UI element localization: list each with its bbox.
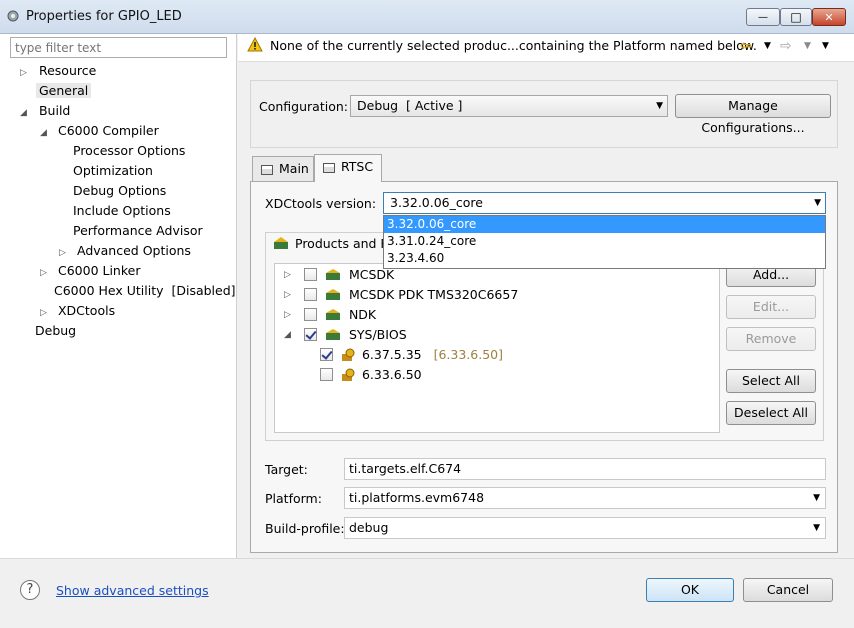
list-item[interactable]: ◢ SYS/BIOS: [284, 324, 714, 344]
collapse-icon[interactable]: ◢: [20, 103, 30, 123]
list-item[interactable]: ▷ MCSDK PDK TMS320C6657: [284, 284, 714, 304]
xdctools-dropdown: 3.32.0.06_core 3.31.0.24_core 3.23.4.60: [383, 215, 826, 269]
expand-icon[interactable]: ▷: [284, 265, 294, 285]
dropdown-option[interactable]: 3.31.0.24_core: [384, 233, 825, 250]
version-hint: [6.33.6.50]: [433, 346, 503, 362]
expand-icon[interactable]: ▷: [284, 285, 294, 305]
list-item[interactable]: ▷ NDK: [284, 304, 714, 324]
close-button[interactable]: ✕: [812, 8, 846, 26]
tab-rtsc[interactable]: RTSC: [314, 154, 382, 182]
products-icon: [273, 236, 289, 253]
build-profile-label: Build-profile:: [265, 521, 345, 536]
nav-item-c6000-hex-utility[interactable]: C6000 Hex Utility [Disabled]: [20, 281, 236, 301]
product-icon: [325, 269, 340, 280]
package-version-icon: [341, 348, 355, 361]
nav-item-include-options[interactable]: Include Options: [20, 201, 235, 221]
nav-item-build[interactable]: ◢ Build: [20, 101, 235, 121]
nav-item-debug-options[interactable]: Debug Options: [20, 181, 235, 201]
platform-label: Platform:: [265, 491, 322, 506]
nav-item-processor-options[interactable]: Processor Options: [20, 141, 235, 161]
expand-icon[interactable]: ▷: [59, 243, 69, 263]
tab-page-icon: [323, 162, 335, 173]
list-item[interactable]: 6.33.6.50: [284, 364, 714, 384]
configuration-select[interactable]: Debug [ Active ] ▼: [350, 95, 668, 117]
manage-configurations-button[interactable]: Manage Configurations...: [675, 94, 831, 135]
product-checkbox[interactable]: [303, 308, 317, 321]
app-icon: [6, 9, 20, 23]
product-checkbox[interactable]: [303, 288, 317, 301]
chevron-down-icon[interactable]: ▼: [813, 488, 820, 508]
products-tree: ▷ MCSDK ▷ MCSDK PDK TMS320C6657 ▷ NDK ◢ …: [284, 264, 714, 384]
version-checkbox[interactable]: [320, 368, 333, 381]
target-label: Target:: [265, 462, 308, 477]
xdctools-select[interactable]: 3.32.0.06_core ▼: [383, 192, 826, 214]
dropdown-option[interactable]: 3.32.0.06_core: [384, 216, 825, 233]
nav-tree: ▷ Resource General ◢ Build ◢ C6000 Compi…: [20, 61, 236, 341]
nav-item-c6000-linker[interactable]: ▷ C6000 Linker: [20, 261, 235, 281]
view-menu-icon[interactable]: ▼: [822, 41, 829, 51]
close-icon: ✕: [824, 10, 834, 24]
maximize-icon: □: [790, 10, 802, 24]
edit-product-button[interactable]: Edit...: [726, 295, 816, 319]
nav-item-resource[interactable]: ▷ Resource: [20, 61, 235, 81]
back-dropdown-icon[interactable]: ▼: [764, 41, 771, 51]
chevron-down-icon[interactable]: ▼: [813, 518, 820, 538]
deselect-all-button[interactable]: Deselect All: [726, 401, 816, 425]
expand-icon[interactable]: ▷: [40, 263, 50, 283]
chevron-down-icon: ▼: [656, 101, 663, 111]
products-group-label: Products and R: [295, 236, 390, 251]
nav-item-general[interactable]: General: [20, 81, 235, 101]
minimize-icon: —: [758, 11, 768, 23]
platform-combo[interactable]: ti.platforms.evm6748 ▼: [344, 487, 826, 509]
warning-message: None of the currently selected produc...…: [270, 38, 757, 53]
remove-product-button[interactable]: Remove: [726, 327, 816, 351]
cancel-button[interactable]: Cancel: [743, 578, 833, 602]
warning-icon: [247, 36, 263, 55]
maximize-button[interactable]: □: [780, 8, 812, 26]
dropdown-option[interactable]: 3.23.4.60: [384, 250, 825, 267]
forward-dropdown-icon[interactable]: ▼: [804, 41, 811, 51]
minimize-button[interactable]: —: [746, 8, 780, 26]
product-icon: [325, 329, 340, 340]
collapse-icon[interactable]: ◢: [40, 123, 50, 143]
package-version-icon: [341, 368, 355, 381]
help-icon[interactable]: ?: [20, 580, 40, 600]
version-checkbox[interactable]: [320, 348, 333, 361]
product-icon: [325, 309, 340, 320]
chevron-down-icon: ▼: [814, 198, 821, 208]
product-checkbox[interactable]: [303, 328, 317, 341]
nav-item-xdctools[interactable]: ▷ XDCtools: [20, 301, 235, 321]
ok-button[interactable]: OK: [646, 578, 734, 602]
target-input[interactable]: ti.targets.elf.C674: [344, 458, 826, 480]
nav-item-performance-advisor[interactable]: Performance Advisor: [20, 221, 235, 241]
product-icon: [325, 289, 340, 300]
nav-item-optimization[interactable]: Optimization: [20, 161, 235, 181]
window-title: Properties for GPIO_LED: [26, 9, 182, 24]
list-item[interactable]: 6.37.5.35 [6.33.6.50]: [284, 344, 714, 364]
nav-item-debug[interactable]: Debug: [20, 321, 235, 341]
expand-icon[interactable]: ▷: [20, 63, 30, 83]
expand-icon[interactable]: ▷: [40, 303, 50, 323]
show-advanced-settings-link[interactable]: Show advanced settings: [56, 583, 209, 598]
tab-main[interactable]: Main: [252, 156, 314, 182]
expand-icon[interactable]: ▷: [284, 305, 294, 325]
product-checkbox[interactable]: [303, 268, 317, 281]
configuration-label: Configuration:: [259, 99, 348, 114]
tab-page-icon: [261, 164, 273, 175]
back-arrow-icon[interactable]: ⇦: [740, 38, 752, 54]
collapse-icon[interactable]: ◢: [284, 325, 294, 345]
nav-item-advanced-options[interactable]: ▷ Advanced Options: [20, 241, 235, 261]
xdctools-label: XDCtools version:: [265, 196, 377, 211]
nav-item-c6000-compiler[interactable]: ◢ C6000 Compiler: [20, 121, 235, 141]
filter-input[interactable]: [10, 37, 227, 58]
build-profile-combo[interactable]: debug ▼: [344, 517, 826, 539]
select-all-button[interactable]: Select All: [726, 369, 816, 393]
forward-arrow-icon[interactable]: ⇨: [780, 38, 792, 54]
